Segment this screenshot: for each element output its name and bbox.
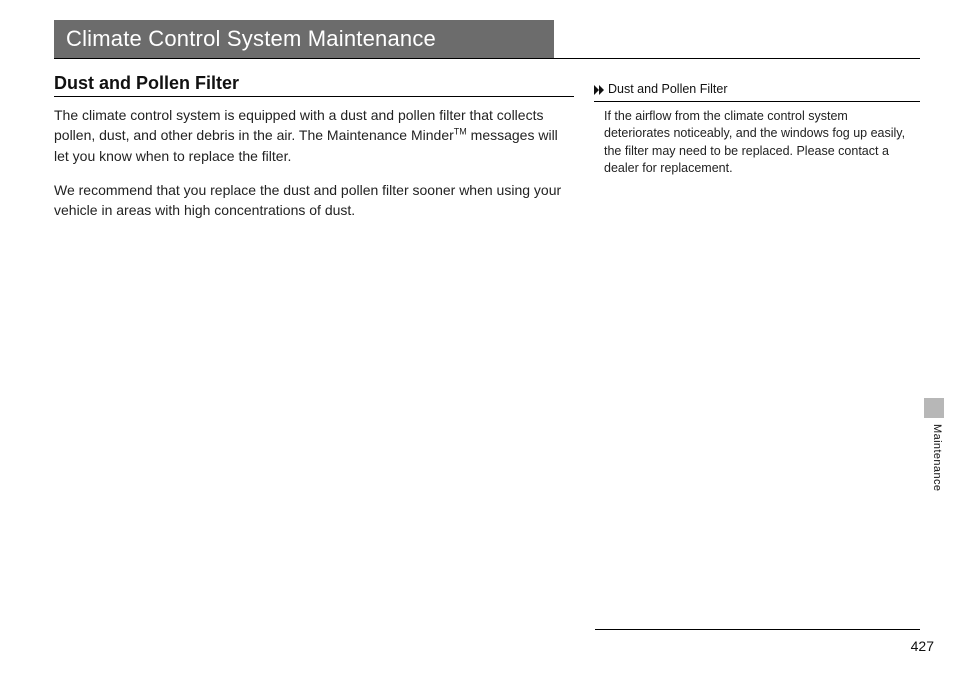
body-paragraph-2: We recommend that you replace the dust a… [54, 180, 574, 221]
section-tab-marker [924, 398, 944, 418]
section-tab-label: Maintenance [931, 424, 943, 491]
section-heading: Dust and Pollen Filter [54, 73, 574, 94]
content-columns: Dust and Pollen Filter The climate contr… [54, 73, 920, 234]
sidebar-heading: Dust and Pollen Filter [594, 81, 920, 99]
title-row: Climate Control System Maintenance [54, 20, 920, 59]
sidebar-body: If the airflow from the climate control … [594, 108, 920, 178]
page-title: Climate Control System Maintenance [54, 20, 554, 58]
body-paragraph-1: The climate control system is equipped w… [54, 105, 574, 166]
manual-page: Climate Control System Maintenance Dust … [0, 0, 954, 674]
page-number: 427 [911, 638, 934, 654]
footer-rule [595, 629, 920, 630]
sidebar-heading-text: Dust and Pollen Filter [608, 81, 728, 99]
trademark-symbol: TM [454, 127, 467, 137]
sidebar-column: Dust and Pollen Filter If the airflow fr… [594, 73, 920, 234]
double-chevron-icon [594, 85, 606, 95]
heading-rule [54, 96, 574, 97]
main-column: Dust and Pollen Filter The climate contr… [54, 73, 574, 234]
sidebar-rule [594, 101, 920, 102]
